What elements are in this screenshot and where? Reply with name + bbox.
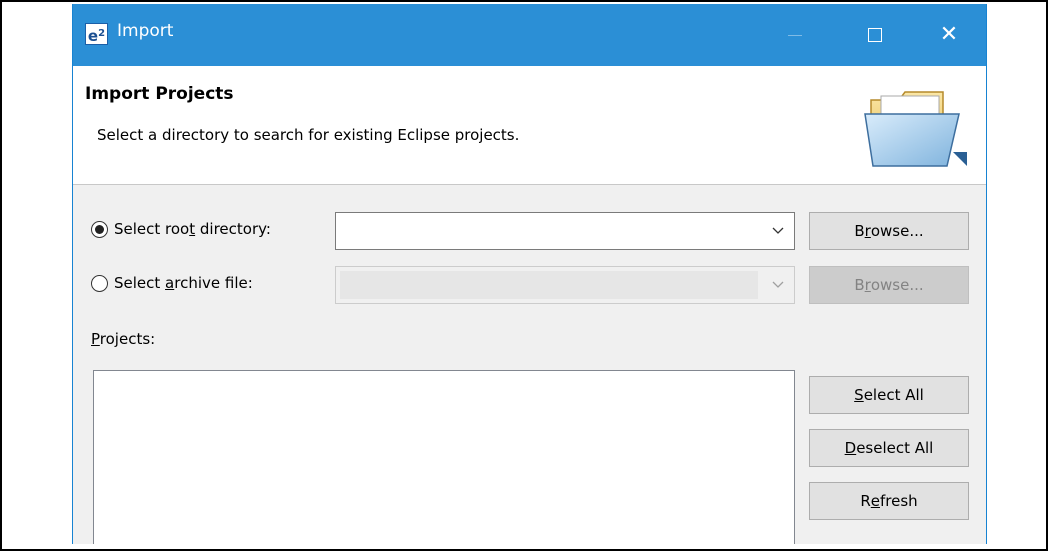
eclipse-e2-icon: e2 (85, 23, 108, 45)
select-all-button[interactable]: Select All (809, 376, 969, 414)
maximize-icon (868, 28, 882, 42)
close-button[interactable]: ✕ (919, 4, 979, 66)
open-folder-icon (864, 91, 967, 167)
root-directory-combo[interactable] (335, 212, 795, 250)
select-archive-file-radio[interactable]: Select archive file: (91, 274, 253, 292)
projects-list[interactable] (93, 370, 795, 544)
root-directory-label: Select root directory: (114, 220, 271, 238)
radio-unchecked-icon (91, 274, 108, 292)
import-dialog: e2 Import ✕ Import Projects Select a dir… (72, 4, 987, 544)
title-bar[interactable]: e2 Import ✕ (73, 4, 986, 66)
chevron-down-icon[interactable] (762, 267, 794, 303)
page-description: Select a directory to search for existin… (97, 126, 520, 144)
projects-label: Projects: (91, 330, 156, 348)
minimize-button[interactable] (765, 4, 825, 66)
minimize-icon (788, 34, 802, 36)
archive-file-combo[interactable] (335, 266, 795, 304)
archive-file-input[interactable] (340, 271, 758, 299)
wizard-header: Import Projects Select a directory to se… (73, 66, 986, 185)
archive-file-label: Select archive file: (114, 274, 253, 292)
browse-archive-button[interactable]: Br owse... (809, 266, 969, 304)
close-icon: ✕ (939, 22, 959, 47)
root-directory-input[interactable] (336, 213, 762, 249)
radio-checked-icon (91, 220, 108, 238)
browse-root-button[interactable]: Br owse... (809, 212, 969, 250)
deselect-all-button[interactable]: Deselect All (809, 429, 969, 467)
chevron-down-icon[interactable] (762, 213, 794, 249)
refresh-button[interactable]: Re fresh (809, 482, 969, 520)
select-root-directory-radio[interactable]: Select root directory: (91, 220, 271, 238)
maximize-button[interactable] (845, 4, 905, 66)
page-title: Import Projects (85, 84, 234, 104)
window-title: Import (117, 21, 174, 41)
